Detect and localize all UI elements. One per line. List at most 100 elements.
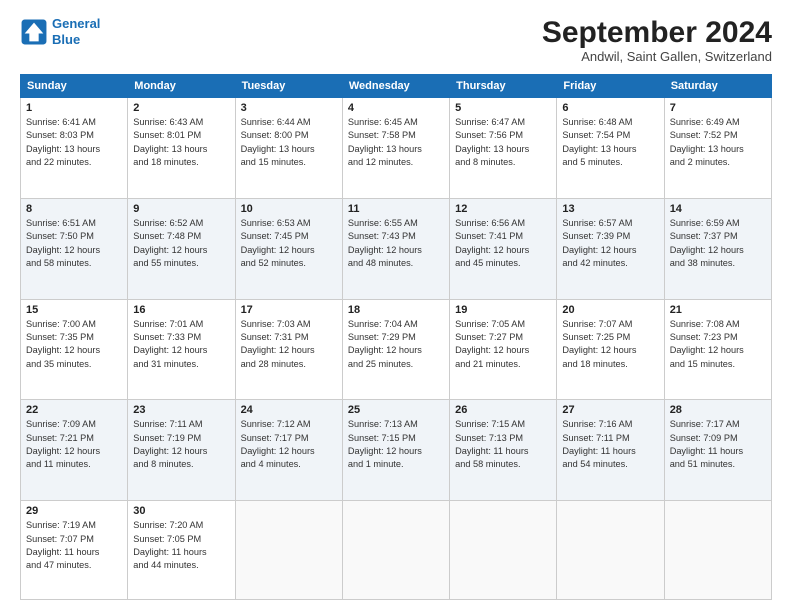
table-row: 16 Sunrise: 7:01 AM Sunset: 7:33 PM Dayli…	[128, 299, 235, 400]
table-row: 5 Sunrise: 6:47 AM Sunset: 7:56 PM Daylig…	[450, 98, 557, 199]
day-number: 27	[562, 404, 658, 416]
day-number: 11	[348, 203, 444, 215]
day-info: Sunrise: 7:03 AM Sunset: 7:31 PM Dayligh…	[241, 318, 337, 371]
day-info: Sunrise: 6:43 AM Sunset: 8:01 PM Dayligh…	[133, 116, 229, 169]
day-info: Sunrise: 7:09 AM Sunset: 7:21 PM Dayligh…	[26, 418, 122, 471]
day-info: Sunrise: 7:11 AM Sunset: 7:19 PM Dayligh…	[133, 418, 229, 471]
title-block: September 2024 Andwil, Saint Gallen, Swi…	[542, 16, 772, 64]
day-info: Sunrise: 6:51 AM Sunset: 7:50 PM Dayligh…	[26, 217, 122, 270]
location: Andwil, Saint Gallen, Switzerland	[542, 49, 772, 64]
table-row: 6 Sunrise: 6:48 AM Sunset: 7:54 PM Daylig…	[557, 98, 664, 199]
table-row: 7Sunrise: 6:49 AM Sunset: 7:52 PM Daylig…	[664, 98, 771, 199]
day-number: 22	[26, 404, 122, 416]
day-number: 21	[670, 304, 766, 316]
table-row: 4 Sunrise: 6:45 AM Sunset: 7:58 PM Daylig…	[342, 98, 449, 199]
calendar-row: 1Sunrise: 6:41 AM Sunset: 8:03 PM Daylig…	[21, 98, 772, 199]
day-info: Sunrise: 6:44 AM Sunset: 8:00 PM Dayligh…	[241, 116, 337, 169]
day-number: 2	[133, 102, 229, 114]
day-info: Sunrise: 6:56 AM Sunset: 7:41 PM Dayligh…	[455, 217, 551, 270]
th-friday: Friday	[557, 75, 664, 98]
table-row: 9Sunrise: 6:52 AM Sunset: 7:48 PM Daylig…	[128, 198, 235, 299]
logo-line1: General	[52, 16, 100, 31]
day-info: Sunrise: 7:13 AM Sunset: 7:15 PM Dayligh…	[348, 418, 444, 471]
th-thursday: Thursday	[450, 75, 557, 98]
table-row	[235, 501, 342, 600]
table-row	[342, 501, 449, 600]
day-info: Sunrise: 7:12 AM Sunset: 7:17 PM Dayligh…	[241, 418, 337, 471]
day-info: Sunrise: 6:59 AM Sunset: 7:37 PM Dayligh…	[670, 217, 766, 270]
day-info: Sunrise: 7:07 AM Sunset: 7:25 PM Dayligh…	[562, 318, 658, 371]
table-row	[450, 501, 557, 600]
logo-text: General Blue	[52, 16, 100, 47]
day-number: 28	[670, 404, 766, 416]
table-row: 24 Sunrise: 7:12 AM Sunset: 7:17 PM Dayli…	[235, 400, 342, 501]
day-number: 19	[455, 304, 551, 316]
table-row: 20 Sunrise: 7:07 AM Sunset: 7:25 PM Dayli…	[557, 299, 664, 400]
page: General Blue September 2024 Andwil, Sain…	[0, 0, 792, 612]
table-row: 11 Sunrise: 6:55 AM Sunset: 7:43 PM Dayli…	[342, 198, 449, 299]
th-sunday: Sunday	[21, 75, 128, 98]
day-number: 12	[455, 203, 551, 215]
day-info: Sunrise: 6:47 AM Sunset: 7:56 PM Dayligh…	[455, 116, 551, 169]
day-info: Sunrise: 7:08 AM Sunset: 7:23 PM Dayligh…	[670, 318, 766, 371]
weekday-row: Sunday Monday Tuesday Wednesday Thursday…	[21, 75, 772, 98]
table-row: 27 Sunrise: 7:16 AM Sunset: 7:11 PM Dayli…	[557, 400, 664, 501]
calendar-row: 8Sunrise: 6:51 AM Sunset: 7:50 PM Daylig…	[21, 198, 772, 299]
table-row: 2 Sunrise: 6:43 AM Sunset: 8:01 PM Daylig…	[128, 98, 235, 199]
day-number: 4	[348, 102, 444, 114]
day-info: Sunrise: 6:41 AM Sunset: 8:03 PM Dayligh…	[26, 116, 122, 169]
day-number: 30	[133, 505, 229, 517]
day-number: 20	[562, 304, 658, 316]
day-info: Sunrise: 7:19 AM Sunset: 7:07 PM Dayligh…	[26, 519, 122, 572]
day-info: Sunrise: 7:20 AM Sunset: 7:05 PM Dayligh…	[133, 519, 229, 572]
day-number: 10	[241, 203, 337, 215]
table-row: 10Sunrise: 6:53 AM Sunset: 7:45 PM Dayli…	[235, 198, 342, 299]
table-row: 14 Sunrise: 6:59 AM Sunset: 7:37 PM Dayli…	[664, 198, 771, 299]
day-number: 6	[562, 102, 658, 114]
day-info: Sunrise: 6:52 AM Sunset: 7:48 PM Dayligh…	[133, 217, 229, 270]
day-number: 14	[670, 203, 766, 215]
day-info: Sunrise: 7:01 AM Sunset: 7:33 PM Dayligh…	[133, 318, 229, 371]
day-number: 13	[562, 203, 658, 215]
day-number: 15	[26, 304, 122, 316]
logo: General Blue	[20, 16, 100, 47]
day-number: 7	[670, 102, 766, 114]
day-number: 3	[241, 102, 337, 114]
table-row: 26Sunrise: 7:15 AM Sunset: 7:13 PM Dayli…	[450, 400, 557, 501]
day-number: 24	[241, 404, 337, 416]
table-row: 25 Sunrise: 7:13 AM Sunset: 7:15 PM Dayli…	[342, 400, 449, 501]
day-info: Sunrise: 7:05 AM Sunset: 7:27 PM Dayligh…	[455, 318, 551, 371]
th-wednesday: Wednesday	[342, 75, 449, 98]
logo-line2: Blue	[52, 32, 80, 47]
month-title: September 2024	[542, 16, 772, 49]
th-saturday: Saturday	[664, 75, 771, 98]
day-info: Sunrise: 6:45 AM Sunset: 7:58 PM Dayligh…	[348, 116, 444, 169]
day-info: Sunrise: 7:00 AM Sunset: 7:35 PM Dayligh…	[26, 318, 122, 371]
day-info: Sunrise: 6:48 AM Sunset: 7:54 PM Dayligh…	[562, 116, 658, 169]
table-row: 1Sunrise: 6:41 AM Sunset: 8:03 PM Daylig…	[21, 98, 128, 199]
calendar-row: 29 Sunrise: 7:19 AM Sunset: 7:07 PM Dayli…	[21, 501, 772, 600]
calendar-row: 15 Sunrise: 7:00 AM Sunset: 7:35 PM Dayli…	[21, 299, 772, 400]
calendar-row: 22 Sunrise: 7:09 AM Sunset: 7:21 PM Dayli…	[21, 400, 772, 501]
day-info: Sunrise: 6:57 AM Sunset: 7:39 PM Dayligh…	[562, 217, 658, 270]
day-number: 5	[455, 102, 551, 114]
table-row: 17Sunrise: 7:03 AM Sunset: 7:31 PM Dayli…	[235, 299, 342, 400]
day-number: 25	[348, 404, 444, 416]
calendar-body: 1Sunrise: 6:41 AM Sunset: 8:03 PM Daylig…	[21, 98, 772, 600]
day-number: 16	[133, 304, 229, 316]
day-number: 18	[348, 304, 444, 316]
table-row	[664, 501, 771, 600]
table-row: 29 Sunrise: 7:19 AM Sunset: 7:07 PM Dayli…	[21, 501, 128, 600]
day-info: Sunrise: 6:55 AM Sunset: 7:43 PM Dayligh…	[348, 217, 444, 270]
table-row: 23 Sunrise: 7:11 AM Sunset: 7:19 PM Dayli…	[128, 400, 235, 501]
day-info: Sunrise: 7:17 AM Sunset: 7:09 PM Dayligh…	[670, 418, 766, 471]
table-row: 18Sunrise: 7:04 AM Sunset: 7:29 PM Dayli…	[342, 299, 449, 400]
day-number: 23	[133, 404, 229, 416]
day-number: 29	[26, 505, 122, 517]
calendar-table: Sunday Monday Tuesday Wednesday Thursday…	[20, 74, 772, 600]
table-row: 30 Sunrise: 7:20 AM Sunset: 7:05 PM Dayli…	[128, 501, 235, 600]
table-row: 13 Sunrise: 6:57 AM Sunset: 7:39 PM Dayli…	[557, 198, 664, 299]
table-row: 28 Sunrise: 7:17 AM Sunset: 7:09 PM Dayli…	[664, 400, 771, 501]
logo-icon	[20, 18, 48, 46]
day-info: Sunrise: 7:16 AM Sunset: 7:11 PM Dayligh…	[562, 418, 658, 471]
